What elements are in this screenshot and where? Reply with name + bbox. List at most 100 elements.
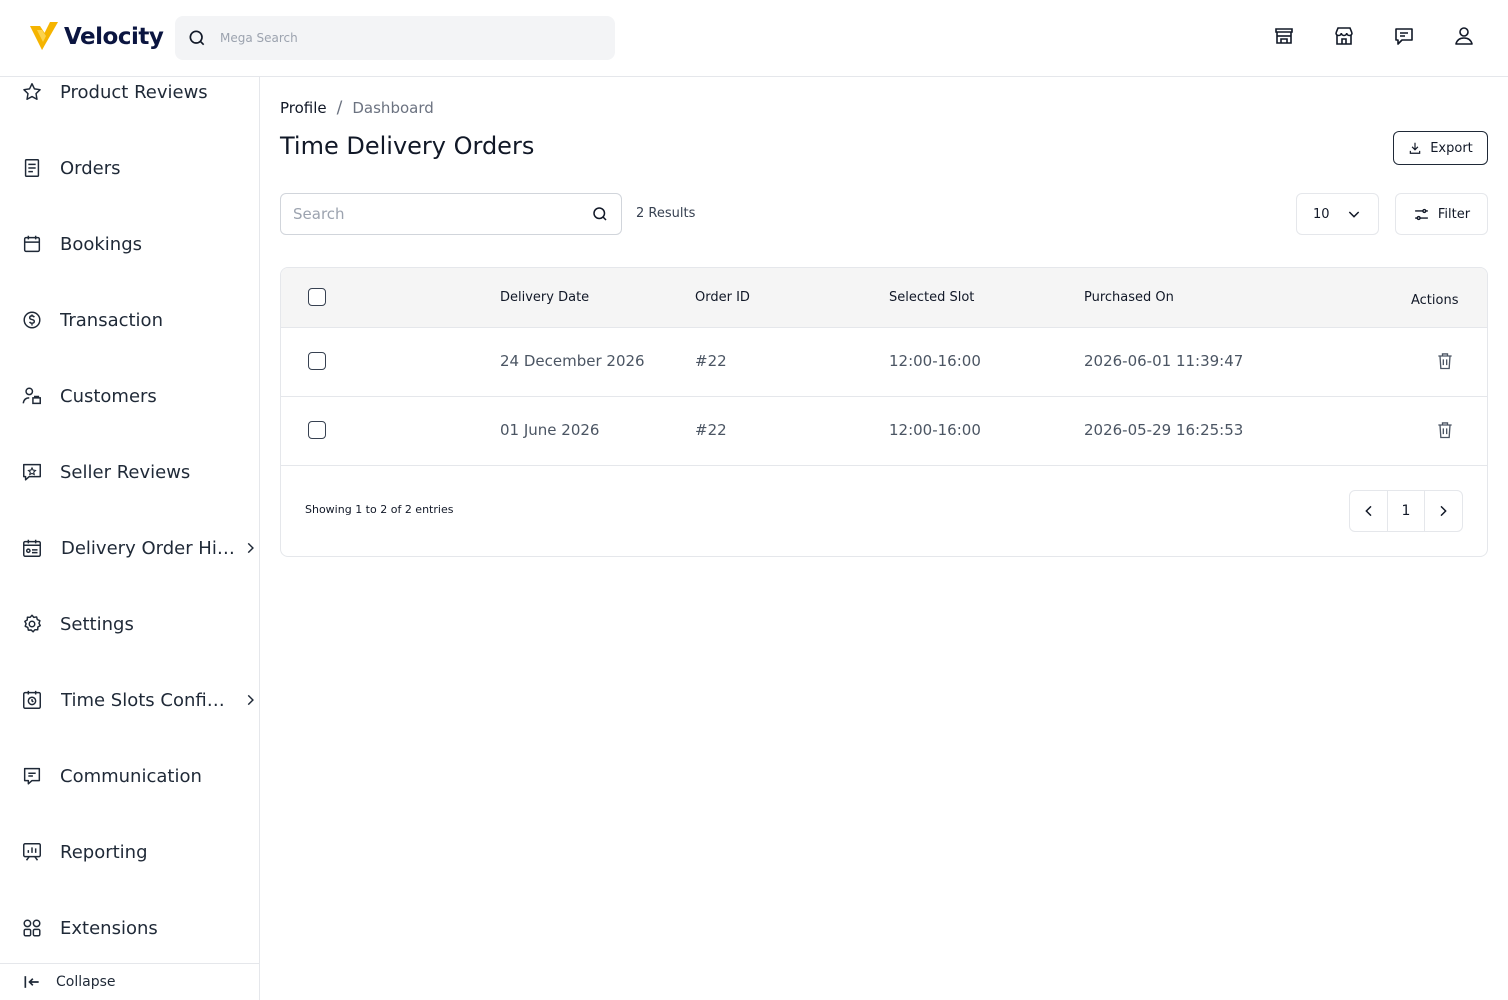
row-checkbox[interactable] (308, 421, 326, 439)
cell-selected-slot: 12:00-16:00 (889, 352, 981, 370)
table-row: 01 June 2026 #22 12:00-16:00 2026-05-29 … (281, 397, 1487, 466)
table-search-box[interactable] (280, 193, 622, 235)
select-all-checkbox[interactable] (308, 288, 326, 306)
column-header-delivery-date[interactable]: Delivery Date (500, 290, 589, 305)
chevron-right-icon (247, 542, 254, 554)
sidebar-item-transaction[interactable]: Transaction (0, 295, 259, 345)
sidebar-item-orders[interactable]: Orders (0, 143, 259, 193)
next-page-button[interactable] (1424, 491, 1461, 531)
mega-search-input[interactable] (220, 31, 600, 45)
breadcrumb-separator: / (336, 98, 343, 118)
chat-icon (23, 767, 41, 785)
sidebar-item-communication[interactable]: Communication (0, 751, 259, 801)
velocity-logo-mark-icon (30, 22, 58, 50)
trash-icon[interactable] (1435, 419, 1455, 441)
cell-order-id: #22 (695, 421, 727, 439)
gear-icon (24, 614, 41, 633)
per-page-value: 10 (1313, 206, 1330, 222)
sidebar-item-label: Delivery Order History (61, 537, 239, 559)
sidebar-item-delivery-order-history[interactable]: Delivery Order History (0, 523, 259, 573)
header-actions (1272, 24, 1476, 48)
presentation-chart-icon (23, 843, 41, 861)
store-icon[interactable] (1332, 24, 1356, 48)
star-icon (23, 83, 41, 100)
column-header-purchased-on: Purchased On (1084, 290, 1174, 305)
orders-table: Delivery Date Order ID Selected Slot Pur… (280, 267, 1488, 557)
breadcrumb-profile-link[interactable]: Profile (280, 99, 327, 117)
dollar-circle-icon (23, 311, 41, 329)
per-page-select[interactable]: 10 (1296, 193, 1379, 235)
sidebar-item-label: Seller Reviews (60, 461, 191, 483)
sidebar-item-label: Bookings (60, 233, 143, 255)
sidebar-item-time-slots-configuration[interactable]: Time Slots Configuration (0, 675, 259, 725)
sidebar-item-label: Settings (60, 613, 134, 635)
sidebar-item-seller-reviews[interactable]: Seller Reviews (0, 447, 259, 497)
page-title: Time Delivery Orders (280, 132, 535, 160)
clock-calendar-icon (23, 690, 41, 709)
results-count: 2 Results (636, 206, 696, 221)
sidebar-item-product-reviews[interactable]: Product Reviews (0, 77, 259, 117)
pagination: 1 (1349, 490, 1463, 532)
column-header-actions: Actions (1411, 293, 1459, 308)
sidebar-item-label: Reporting (60, 841, 148, 863)
breadcrumb: Profile / Dashboard (280, 98, 434, 118)
column-header-selected-slot[interactable]: Selected Slot (889, 290, 974, 305)
filter-button[interactable]: Filter (1395, 193, 1488, 235)
top-header: Velocity (0, 0, 1508, 77)
chevron-left-icon (1364, 505, 1372, 517)
cell-purchased-on: 2026-06-01 11:39:47 (1084, 352, 1244, 370)
breadcrumb-dashboard-link[interactable]: Dashboard (352, 99, 433, 117)
trash-icon[interactable] (1435, 350, 1455, 372)
chevron-right-icon (1440, 505, 1447, 517)
message-icon[interactable] (1392, 24, 1416, 48)
sidebar-item-reporting[interactable]: Reporting (0, 827, 259, 877)
sidebar-item-label: Communication (60, 765, 202, 787)
users-icon (22, 387, 41, 405)
sidebar-item-extensions[interactable]: Extensions (0, 903, 259, 953)
export-button[interactable]: Export (1393, 131, 1488, 165)
sidebar-item-customers[interactable]: Customers (0, 371, 259, 421)
row-checkbox[interactable] (308, 352, 326, 370)
sidebar-item-label: Transaction (60, 309, 163, 331)
cell-order-id: #22 (695, 352, 727, 370)
filter-label: Filter (1437, 206, 1471, 222)
delivery-calendar-icon (23, 539, 41, 557)
grid-icon (23, 919, 41, 937)
collapse-sidebar-button[interactable]: Collapse (0, 963, 259, 1000)
brand-name: Velocity (64, 24, 164, 50)
pagination-summary: Showing 1 to 2 of 2 entries (305, 503, 454, 516)
sidebar-item-bookings[interactable]: Bookings (0, 219, 259, 269)
column-header-order-id[interactable]: Order ID (695, 290, 750, 305)
review-icon (23, 463, 41, 481)
sidebar-item-label: Orders (60, 157, 121, 179)
user-icon[interactable] (1452, 24, 1476, 48)
sidebar-item-label: Customers (60, 385, 157, 407)
export-label: Export (1430, 140, 1473, 156)
search-icon (189, 30, 205, 46)
document-icon (24, 159, 40, 177)
collapse-label: Collapse (56, 974, 116, 990)
sidebar-item-label: Product Reviews (60, 81, 208, 103)
cell-purchased-on: 2026-05-29 16:25:53 (1084, 421, 1244, 439)
page-number-button[interactable]: 1 (1387, 491, 1424, 531)
table-header: Delivery Date Order ID Selected Slot Pur… (281, 268, 1487, 328)
search-icon[interactable] (591, 205, 609, 223)
current-page: 1 (1401, 503, 1411, 519)
chevron-down-icon (1348, 211, 1360, 218)
sidebar-item-settings[interactable]: Settings (0, 599, 259, 649)
velocity-logo[interactable]: Velocity (28, 20, 164, 54)
storefront-icon[interactable] (1272, 24, 1296, 48)
sidebar-item-label: Extensions (60, 917, 158, 939)
table-search-input[interactable] (293, 205, 591, 223)
table-row: 24 December 2026 #22 12:00-16:00 2026-06… (281, 328, 1487, 397)
cell-selected-slot: 12:00-16:00 (889, 421, 981, 439)
mega-search-bar[interactable] (175, 16, 615, 60)
calendar-icon (23, 235, 41, 253)
chevron-right-icon (247, 694, 254, 706)
sliders-icon (1415, 208, 1428, 220)
collapse-arrow-icon (24, 976, 39, 988)
cell-delivery-date: 01 June 2026 (500, 421, 600, 439)
previous-page-button[interactable] (1350, 491, 1387, 531)
download-icon (1409, 142, 1421, 154)
sidebar-item-label: Time Slots Configuration (61, 689, 233, 711)
